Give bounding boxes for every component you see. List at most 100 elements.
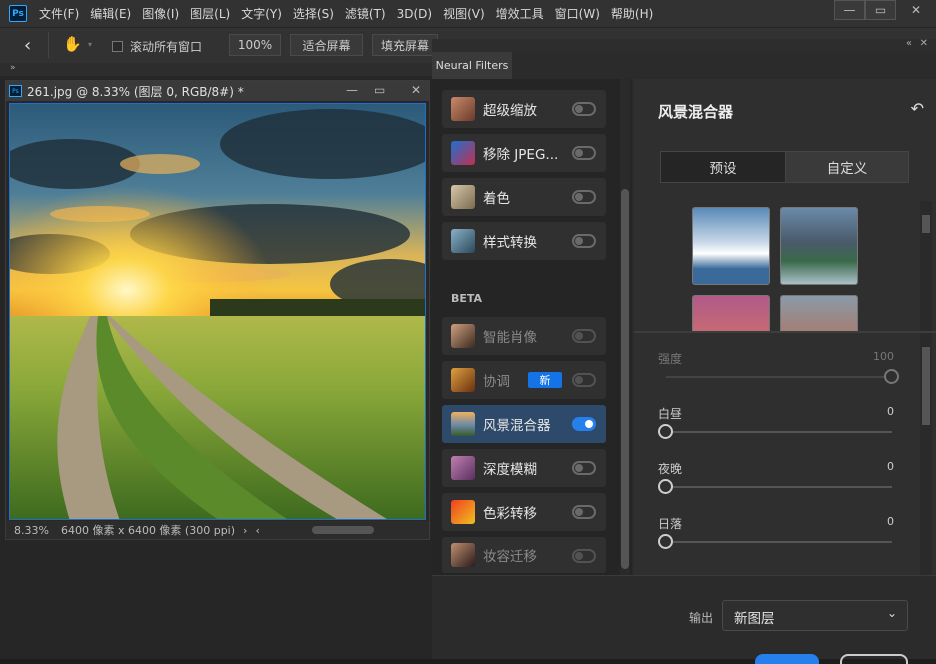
filter-item-landscape-mixer[interactable]: 风景混合器 xyxy=(442,405,606,443)
filter-toggle[interactable] xyxy=(572,190,596,204)
menu-bar: Ps 文件(F) 编辑(E) 图像(I) 图层(L) 文字(Y) 选择(S) 滤… xyxy=(0,0,936,27)
landscape-image[interactable] xyxy=(9,103,426,520)
chevron-left-icon[interactable]: ‹ xyxy=(24,35,31,56)
ok-button[interactable] xyxy=(755,654,819,664)
chevron-right-icon[interactable]: › xyxy=(243,524,247,537)
filter-toggle[interactable] xyxy=(572,102,596,116)
filter-toggle[interactable] xyxy=(572,146,596,160)
slider-knob[interactable] xyxy=(658,534,673,549)
filter-item-style-transfer[interactable]: 样式转换 xyxy=(442,222,606,260)
filter-label: 智能肖像 xyxy=(483,330,537,346)
menu-filter[interactable]: 滤镜(T) xyxy=(345,5,386,22)
tab-preset[interactable]: 预设 xyxy=(660,151,786,183)
menu-window[interactable]: 窗口(W) xyxy=(555,5,600,22)
filter-toggle[interactable] xyxy=(572,549,596,563)
tab-neural-filters[interactable]: Neural Filters xyxy=(432,52,512,79)
cancel-button[interactable] xyxy=(840,654,908,664)
slider-knob[interactable] xyxy=(884,369,899,384)
slider-value-daytime: 0 xyxy=(887,405,894,418)
settings-scrollbar[interactable] xyxy=(920,333,932,575)
gallery-scrollbar[interactable] xyxy=(920,201,932,331)
preset-thumb-sunset[interactable] xyxy=(692,295,770,331)
output-select[interactable]: 新图层 ⌄ xyxy=(722,600,908,631)
filter-toggle[interactable] xyxy=(572,505,596,519)
filter-label: 协调 xyxy=(483,374,510,390)
filter-item-color-transfer[interactable]: 色彩转移 xyxy=(442,493,606,531)
filter-label: 风景混合器 xyxy=(483,418,551,434)
menu-layer[interactable]: 图层(L) xyxy=(190,5,230,22)
slider-track[interactable] xyxy=(666,376,892,378)
menu-file[interactable]: 文件(F) xyxy=(39,5,79,22)
menu-help[interactable]: 帮助(H) xyxy=(611,5,653,22)
filter-item-super-zoom[interactable]: 超级缩放 xyxy=(442,90,606,128)
horizontal-scrollbar-thumb[interactable] xyxy=(311,526,374,534)
slider-track[interactable] xyxy=(666,486,892,488)
slider-knob[interactable] xyxy=(658,424,673,439)
fill-screen-button[interactable]: 填充屏幕 xyxy=(372,34,438,56)
zoom-level[interactable]: 8.33% xyxy=(14,524,49,537)
menu-plugins[interactable]: 增效工具 xyxy=(496,5,544,22)
filter-label: 色彩转移 xyxy=(483,506,537,522)
menu-view[interactable]: 视图(V) xyxy=(443,5,485,22)
menu-edit[interactable]: 编辑(E) xyxy=(90,5,131,22)
fit-screen-button[interactable]: 适合屏幕 xyxy=(290,34,363,56)
preset-thumb-winter-lake[interactable] xyxy=(692,207,770,285)
minimize-icon[interactable]: — xyxy=(834,0,865,20)
filter-label: 深度模糊 xyxy=(483,462,537,478)
filter-item-colorize[interactable]: 着色 xyxy=(442,178,606,216)
menu-select[interactable]: 选择(S) xyxy=(293,5,334,22)
filter-item-makeup-transfer[interactable]: 妆容迁移 xyxy=(442,537,606,573)
panel-collapse-icon[interactable]: » xyxy=(0,63,432,76)
filter-settings-pane: 风景混合器 ↶ 预设 自定义 强度 100 白昼 0 夜晚 0 日落 0 xyxy=(634,79,936,575)
reset-icon[interactable]: ↶ xyxy=(911,99,924,118)
filter-label: 样式转换 xyxy=(483,235,537,251)
menu-image[interactable]: 图像(I) xyxy=(142,5,179,22)
document-status-bar: 8.33% 6400 像素 x 6400 像素 (300 ppi) › ‹ xyxy=(6,521,429,539)
tab-custom[interactable]: 自定义 xyxy=(785,151,909,183)
new-badge: 新 xyxy=(528,372,562,388)
slider-track[interactable] xyxy=(666,431,892,433)
panel-footer: 输出 新图层 ⌄ xyxy=(432,575,936,664)
hand-tool-icon[interactable]: ✋ xyxy=(63,35,82,53)
scrollbar-thumb[interactable] xyxy=(922,215,930,233)
slider-track[interactable] xyxy=(666,541,892,543)
filter-toggle-on[interactable] xyxy=(572,417,596,431)
preset-thumb-canyon[interactable] xyxy=(780,295,858,331)
maximize-icon[interactable]: ▭ xyxy=(865,0,896,20)
document-title-bar[interactable]: Ps 261.jpg @ 8.33% (图层 0, RGB/8#) * — ▭ … xyxy=(6,81,429,101)
landscape-thumb-icon xyxy=(451,412,475,436)
filter-toggle[interactable] xyxy=(572,461,596,475)
zoom-100-button[interactable]: 100% xyxy=(229,34,281,56)
filter-toggle[interactable] xyxy=(572,373,596,387)
filter-label: 妆容迁移 xyxy=(483,549,537,565)
scrollbar-thumb[interactable] xyxy=(621,189,629,569)
preset-thumb-mountain-valley[interactable] xyxy=(780,207,858,285)
filter-toggle[interactable] xyxy=(572,234,596,248)
scroll-left-icon[interactable]: ‹ xyxy=(255,524,259,537)
slider-label-night: 夜晚 xyxy=(658,462,683,476)
output-select-value: 新图层 xyxy=(734,611,775,627)
photoshop-logo[interactable]: Ps xyxy=(9,5,27,22)
slider-knob[interactable] xyxy=(658,479,673,494)
filter-item-depth-blur[interactable]: 深度模糊 xyxy=(442,449,606,487)
slider-value-strength: 100 xyxy=(873,350,894,363)
scrollbar-thumb[interactable] xyxy=(922,347,930,425)
filter-item-smart-portrait[interactable]: 智能肖像 xyxy=(442,317,606,355)
chevron-down-icon[interactable]: ▾ xyxy=(88,40,92,49)
doc-minimize-icon[interactable]: — xyxy=(346,83,358,97)
menu-3d[interactable]: 3D(D) xyxy=(397,7,432,21)
collapse-panel-icon[interactable]: « xyxy=(906,38,912,49)
filter-item-harmonization[interactable]: 协调 新 xyxy=(442,361,606,399)
menu-type[interactable]: 文字(Y) xyxy=(241,5,282,22)
filter-list-scrollbar[interactable] xyxy=(620,79,630,575)
panel-close-icon[interactable]: ✕ xyxy=(920,38,928,49)
close-icon[interactable]: ✕ xyxy=(896,0,936,20)
filter-toggle[interactable] xyxy=(572,329,596,343)
filter-item-jpeg-artifacts[interactable]: 移除 JPEG... xyxy=(442,134,606,172)
doc-close-icon[interactable]: ✕ xyxy=(411,83,421,97)
output-label: 输出 xyxy=(689,611,714,625)
doc-maximize-icon[interactable]: ▭ xyxy=(374,83,385,97)
scroll-all-checkbox[interactable] xyxy=(112,41,123,52)
beta-section-label: BETA xyxy=(451,292,483,305)
ps-document-icon: Ps xyxy=(9,85,22,97)
